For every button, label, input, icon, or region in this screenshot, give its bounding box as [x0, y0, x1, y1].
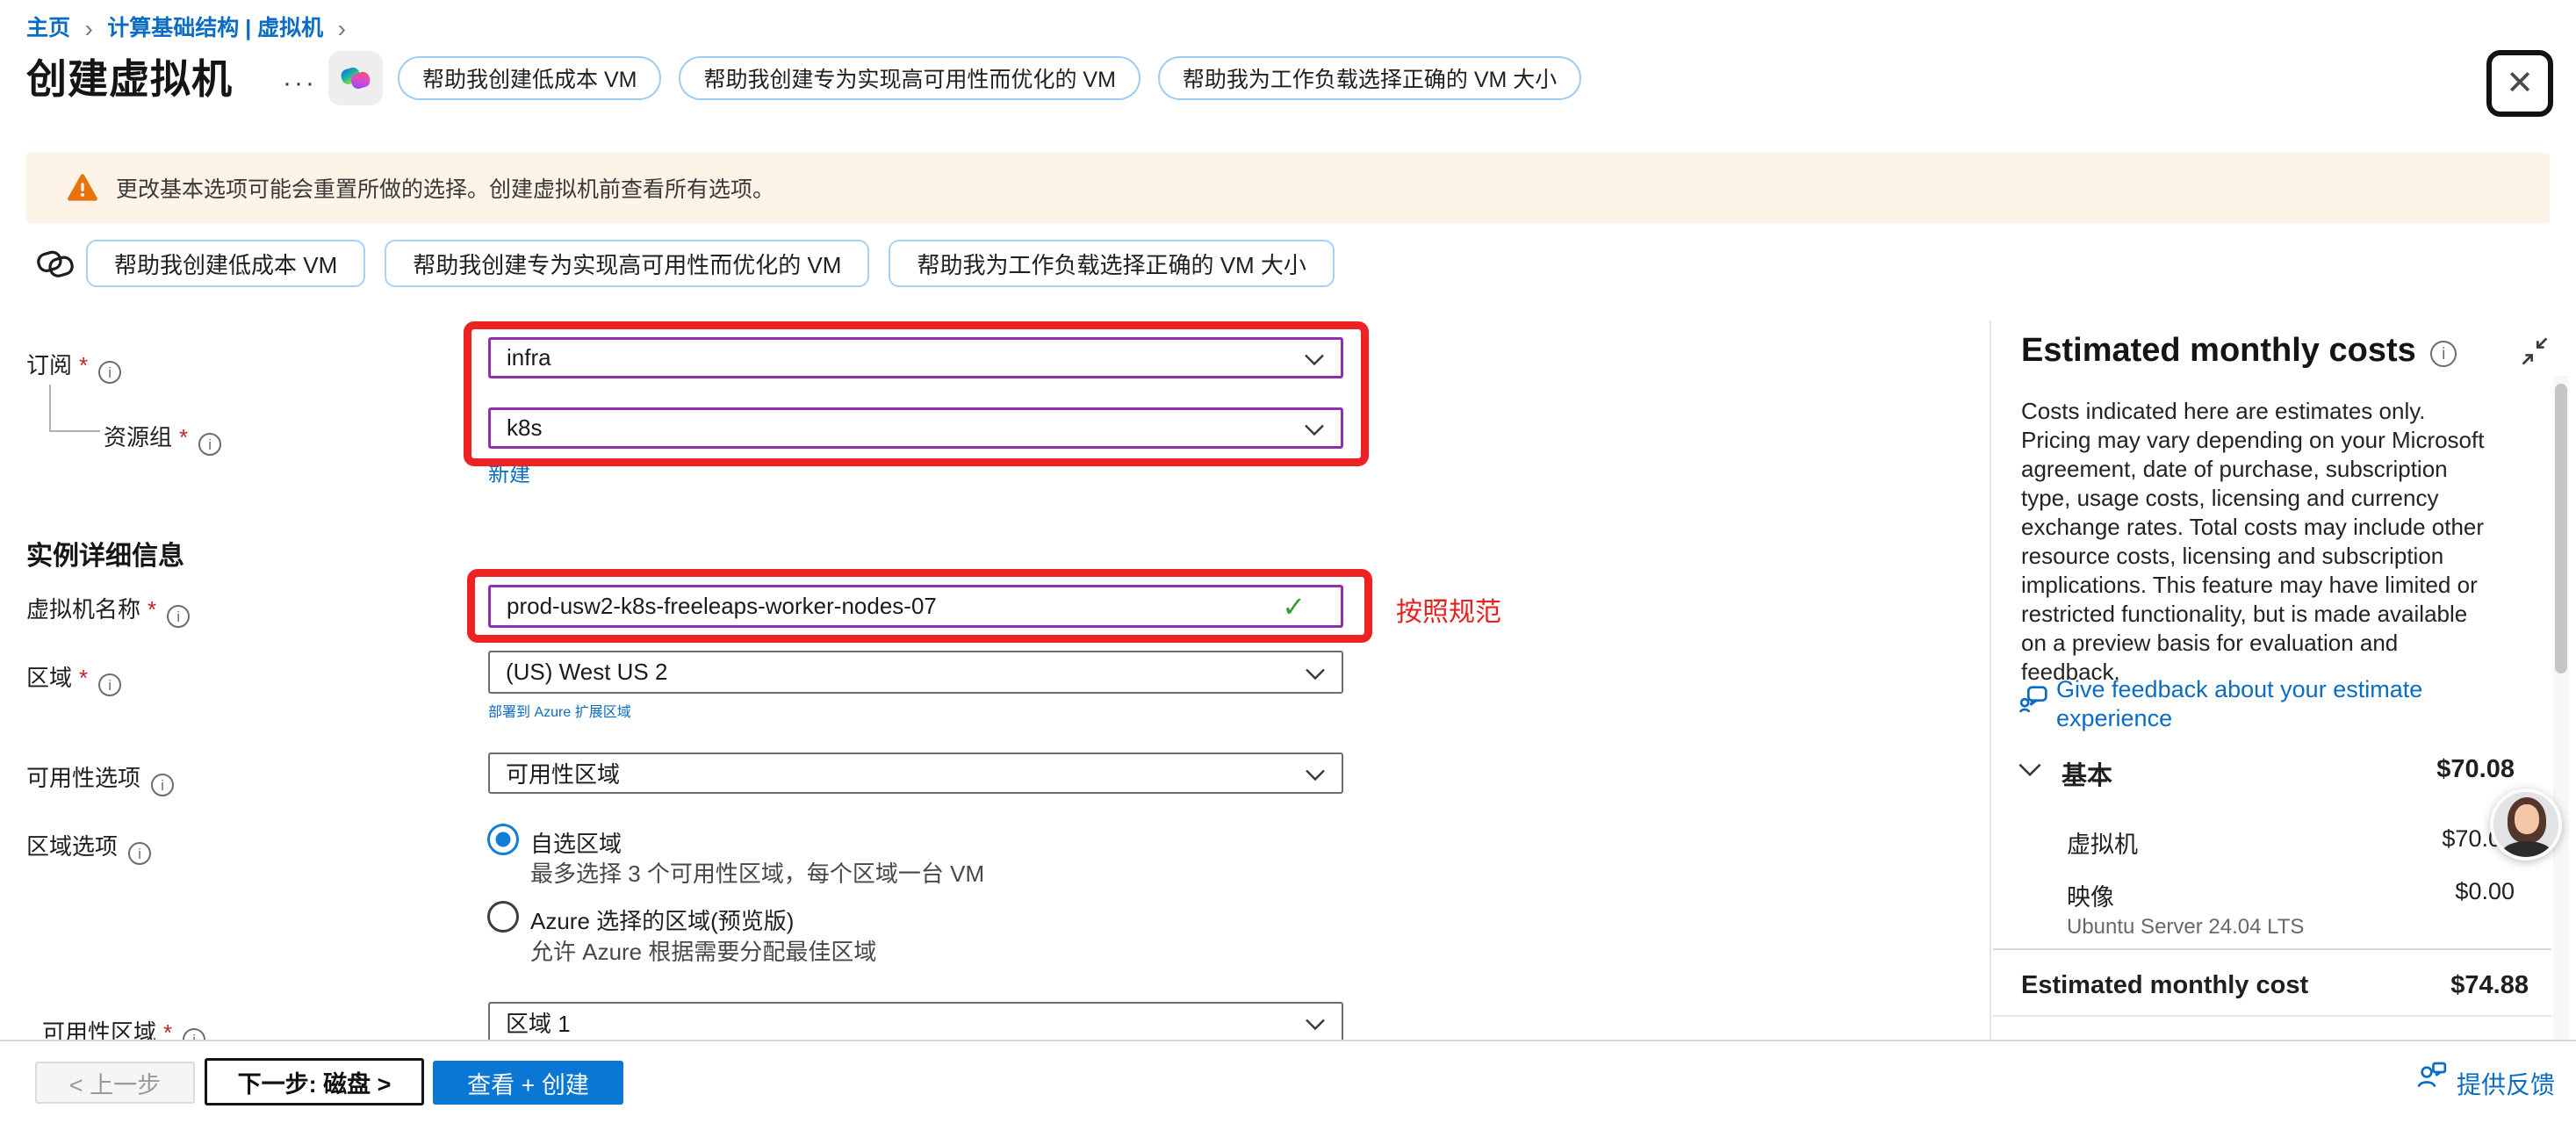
required-asterisk: * [79, 352, 88, 378]
suggestion-high-availability-vm-2[interactable]: 帮助我创建专为实现高可用性而优化的 VM [385, 240, 869, 287]
required-asterisk: * [148, 596, 156, 623]
page-title: 创建虚拟机 [26, 47, 233, 105]
suggestion-high-availability-vm[interactable]: 帮助我创建专为实现高可用性而优化的 VM [679, 56, 1140, 100]
tree-connector-line [49, 385, 100, 432]
region-dropdown[interactable]: (US) West US 2 [488, 651, 1343, 694]
info-icon[interactable]: i [98, 673, 121, 696]
availability-options-value: 可用性区域 [506, 757, 620, 789]
vm-name-label: 虚拟机名称*i [26, 592, 190, 628]
footer-bar: < 上一步 下一步: 磁盘 > 查看 + 创建 提供反馈 [0, 1040, 2576, 1145]
feedback-bubbles-icon [2017, 681, 2052, 717]
warning-text: 更改基本选项可能会重置所做的选择。创建虚拟机前查看所有选项。 [116, 172, 774, 204]
info-icon[interactable]: i [198, 433, 221, 456]
copilot-button[interactable] [328, 51, 383, 105]
cost-item-vm-value: $70.08 [2283, 825, 2515, 853]
suggestion-right-vm-size[interactable]: 帮助我为工作负载选择正确的 VM 大小 [1158, 56, 1581, 100]
copilot-suggestion-buttons: 帮助我创建低成本 VM 帮助我创建专为实现高可用性而优化的 VM 帮助我为工作负… [86, 240, 1335, 287]
review-create-button[interactable]: 查看 + 创建 [433, 1061, 623, 1105]
copilot-outline-icon [33, 242, 77, 284]
cost-item-vm-name: 虚拟机 [2067, 825, 2138, 860]
availability-zone-dropdown[interactable]: 区域 1 [488, 1002, 1343, 1043]
previous-button[interactable]: < 上一步 [35, 1062, 195, 1104]
availability-zone-value: 区域 1 [506, 1006, 571, 1039]
zone-option1-label[interactable]: 自选区域 [530, 826, 622, 859]
resource-group-label: 资源组*i [104, 420, 221, 456]
instance-details-heading: 实例详细信息 [26, 534, 184, 572]
subscription-dropdown[interactable]: infra [488, 337, 1343, 378]
suggestion-low-cost-vm[interactable]: 帮助我创建低成本 VM [398, 56, 661, 100]
scrollbar-thumb[interactable] [2555, 384, 2567, 673]
radio-self-selected-zones[interactable] [487, 824, 519, 855]
chevron-down-icon [1304, 344, 1325, 371]
chevron-right-icon: › [338, 15, 346, 42]
cost-panel-bottom-divider [1993, 1015, 2551, 1017]
chevron-down-icon [1305, 1009, 1326, 1036]
resource-group-dropdown[interactable]: k8s [488, 407, 1343, 449]
zone-option2-desc: 允许 Azure 根据需要分配最佳区域 [530, 934, 876, 967]
avatar-body [2502, 841, 2551, 861]
chevron-down-icon [1304, 414, 1325, 442]
group-chevron-down-icon[interactable] [2018, 762, 2042, 777]
chevron-right-icon: › [84, 15, 92, 42]
copilot-icon [338, 61, 373, 96]
cost-panel-description: Costs indicated here are estimates only.… [2021, 397, 2485, 687]
cost-item-image-sub: Ubuntu Server 24.04 LTS [2067, 915, 2304, 940]
breadcrumb-home-link[interactable]: 主页 [26, 16, 70, 40]
suggestion-right-vm-size-2[interactable]: 帮助我为工作负载选择正确的 VM 大小 [889, 240, 1334, 287]
close-button[interactable]: ✕ [2486, 50, 2553, 117]
provide-feedback-link[interactable]: 提供反馈 [2457, 1066, 2555, 1101]
breadcrumb-section-link[interactable]: 计算基础结构 | 虚拟机 [107, 16, 323, 40]
breadcrumb: 主页 › 计算基础结构 | 虚拟机 › [26, 11, 356, 43]
suggestion-low-cost-vm-2[interactable]: 帮助我创建低成本 VM [86, 240, 365, 287]
vm-name-value: prod-usw2-k8s-freeleaps-worker-nodes-07 [507, 593, 937, 620]
cost-item-image-value: $0.00 [2283, 878, 2515, 905]
region-value: (US) West US 2 [506, 659, 667, 686]
vm-name-input[interactable]: prod-usw2-k8s-freeleaps-worker-nodes-07 … [488, 585, 1343, 628]
provide-feedback-icon [2413, 1059, 2450, 1094]
annotation-note: 按照规范 [1396, 590, 1501, 629]
valid-check-icon: ✓ [1282, 590, 1306, 623]
zone-option2-label[interactable]: Azure 选择的区域(预览版) [530, 904, 794, 936]
chevron-down-icon [1305, 659, 1326, 686]
info-icon[interactable]: i [128, 842, 151, 865]
next-disks-button[interactable]: 下一步: 磁盘 > [205, 1058, 424, 1105]
cost-panel-title: Estimated monthly costs [2021, 332, 2416, 369]
more-options-icon[interactable]: ··· [283, 68, 317, 98]
availability-options-label: 可用性选项i [26, 760, 174, 796]
info-icon[interactable]: i [167, 605, 190, 628]
info-icon[interactable]: i [98, 361, 121, 384]
zone-option1-desc: 最多选择 3 个可用性区域，每个区域一台 VM [530, 856, 984, 889]
total-cost-label: Estimated monthly cost [2021, 971, 2308, 1000]
cost-group-value: $70.08 [2283, 755, 2515, 784]
info-icon[interactable]: i [151, 774, 174, 796]
create-new-resource-group-link[interactable]: 新建 [488, 457, 530, 487]
chevron-down-icon [1305, 760, 1326, 787]
total-cost-value: $74.88 [2300, 971, 2529, 1000]
availability-options-dropdown[interactable]: 可用性区域 [488, 753, 1343, 794]
required-asterisk: * [179, 424, 188, 450]
cost-panel-header: Estimated monthly costs i [2021, 332, 2457, 370]
radio-azure-selected-zones[interactable] [487, 901, 519, 933]
subscription-value: infra [507, 344, 551, 371]
collapse-panel-icon[interactable] [2518, 335, 2551, 367]
region-label: 区域*i [26, 660, 121, 696]
edge-zone-link[interactable]: 部署到 Azure 扩展区域 [488, 700, 631, 721]
resource-group-value: k8s [507, 414, 542, 442]
cost-group-name: 基本 [2062, 755, 2112, 792]
panel-divider [1990, 320, 1991, 1040]
copilot-suggestion-pills: 帮助我创建低成本 VM 帮助我创建专为实现高可用性而优化的 VM 帮助我为工作负… [398, 56, 1581, 100]
warning-banner: 更改基本选项可能会重置所做的选择。创建虚拟机前查看所有选项。 [26, 153, 2550, 223]
avatar-face [2515, 804, 2539, 834]
info-icon[interactable]: i [2430, 341, 2457, 367]
zone-options-label: 区域选项i [26, 829, 151, 865]
close-icon: ✕ [2506, 67, 2534, 100]
presenter-avatar [2490, 789, 2562, 861]
cost-panel-divider [1993, 948, 2551, 950]
warning-icon [67, 173, 98, 203]
estimate-feedback-link[interactable]: Give feedback about your estimate experi… [2056, 675, 2478, 733]
cost-item-image-name: 映像 [2067, 878, 2114, 912]
required-asterisk: * [79, 665, 88, 691]
subscription-label: 订阅*i [26, 348, 121, 384]
